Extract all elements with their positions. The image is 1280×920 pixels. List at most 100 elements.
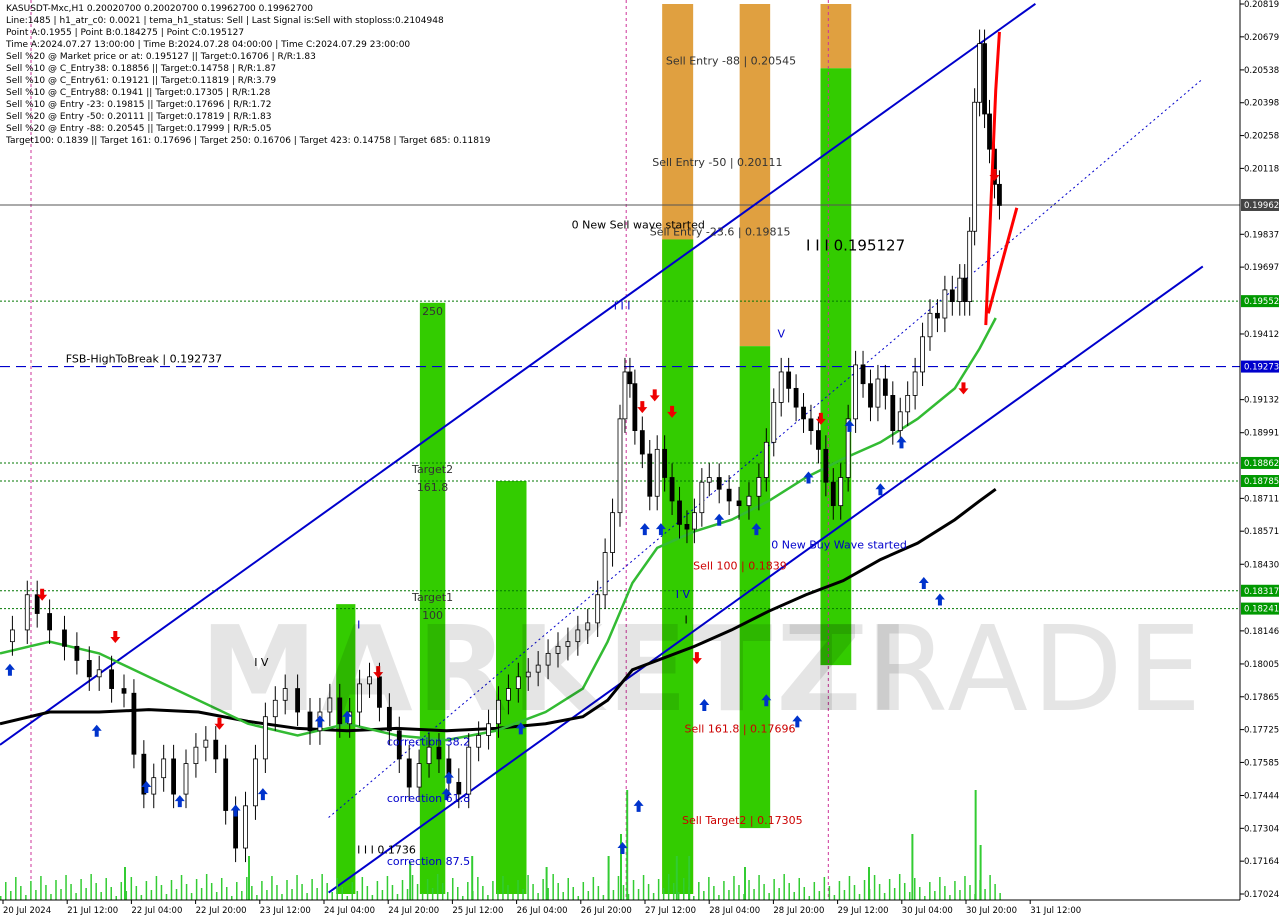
volume-bar [733, 876, 735, 900]
candle-body [213, 739, 219, 760]
time-tick-label: 31 Jul 12:00 [1030, 906, 1081, 916]
price-tag-label: 0.19273 [1244, 363, 1279, 373]
volume-bar [40, 876, 42, 900]
volume-bar [929, 882, 931, 900]
volume-bar [723, 881, 725, 900]
candle-body [771, 402, 777, 443]
volume-bar [979, 880, 981, 900]
volume-bar [999, 893, 1001, 900]
price-tick-label: 0.17304 [1244, 824, 1279, 834]
volume-bar [974, 790, 977, 900]
volume-bar [331, 892, 333, 900]
volume-bar [738, 885, 740, 900]
price-tick-label: 0.20118 [1244, 164, 1279, 174]
volume-bar [75, 893, 77, 900]
volume-bar [472, 891, 474, 900]
header-line: Sell %10 @ C_Entry38: 0.18856 || Target:… [6, 64, 277, 74]
price-tick-label: 0.18005 [1244, 660, 1279, 670]
candle-body [942, 289, 948, 319]
price-tick-label: 0.20538 [1244, 66, 1279, 76]
volume-bar [808, 896, 811, 900]
volume-bar [898, 874, 901, 900]
volume-bar [577, 896, 580, 900]
volume-bar [813, 882, 816, 900]
volume-bar [210, 883, 213, 900]
price-tag-label: 0.18317 [1244, 587, 1279, 597]
volume-bar [853, 885, 856, 900]
candle-body [786, 371, 792, 389]
signal-info-panel: KASUSDT-Mxc,H1 0.20020700 0.20020700 0.1… [6, 3, 490, 147]
volume-bar [125, 891, 128, 900]
candle-body [684, 523, 690, 530]
chart-annotation: FSB-HighToBreak | 0.192737 [66, 353, 222, 366]
time-tick-label: 25 Jul 12:00 [452, 906, 503, 916]
volume-bar [105, 878, 107, 900]
volume-bar [467, 882, 469, 900]
volume-bar [984, 889, 986, 900]
candle-body [121, 688, 127, 694]
time-tick-label: 22 Jul 20:00 [196, 906, 247, 916]
volume-bar [85, 888, 87, 900]
volume-bar [80, 879, 82, 900]
volume-bar [296, 875, 298, 900]
volume-bar [281, 894, 283, 900]
candle-body [627, 371, 633, 385]
volume-bar [838, 881, 841, 900]
candle-body [436, 746, 442, 760]
volume-bar [351, 882, 354, 900]
candle-body [416, 763, 422, 788]
price-tick-label: 0.17024 [1244, 890, 1279, 900]
volume-bar [266, 890, 268, 900]
time-tick-label: 26 Jul 04:00 [517, 906, 568, 916]
header-line: Sell %10 @ C_Entry88: 0.1941 || Target:0… [6, 88, 271, 98]
volume-bar [286, 880, 288, 900]
volume-bar [617, 876, 620, 900]
time-tick-label: 28 Jul 04:00 [709, 906, 760, 916]
price-tick-label: 0.18711 [1244, 494, 1279, 504]
volume-bar [642, 875, 645, 900]
candle-body [193, 746, 199, 765]
volume-bar [441, 883, 444, 900]
header-line: Time A:2024.07.27 13:00:00 | Time B:2024… [6, 40, 411, 50]
volume-bar [391, 885, 394, 900]
volume-bar [482, 886, 484, 900]
volume-bar [974, 894, 976, 900]
bar-label: 161.8 [417, 481, 449, 494]
header-line: Sell %10 @ C_Entry61: 0.19121 || Target:… [6, 76, 277, 86]
volume-bar [236, 882, 238, 900]
volume-bar [30, 881, 32, 900]
header-line: Sell %20 @ Entry -50: 0.20111 || Target:… [6, 112, 272, 122]
candle-body [62, 629, 67, 647]
volume-bar [55, 880, 57, 900]
candle-body [972, 101, 978, 232]
price-tick-label: 0.19697 [1244, 263, 1279, 273]
volume-bar [291, 889, 293, 900]
volume-bar [703, 891, 705, 900]
volume-bar [271, 876, 273, 900]
volume-bar [261, 881, 263, 900]
price-tag-label: 0.19552 [1244, 297, 1279, 307]
volume-bar [120, 882, 123, 900]
volume-bar [667, 874, 670, 900]
candle-body [639, 430, 645, 455]
time-tick-label: 21 Jul 12:00 [67, 906, 118, 916]
volume-bar [949, 895, 951, 900]
volume-bar [381, 890, 384, 900]
candle-body [816, 430, 821, 450]
volume-bar [888, 879, 891, 900]
candle-body [24, 594, 30, 631]
candle-body [801, 406, 806, 420]
volume-bar [0, 896, 2, 900]
volume-bar [557, 883, 559, 900]
volume-bar [421, 893, 424, 900]
volume-bar [893, 888, 896, 900]
candle-body [426, 746, 432, 765]
header-line: Sell %20 @ Entry -88: 0.20545 || Target:… [6, 124, 272, 134]
time-tick-label: 28 Jul 20:00 [773, 906, 824, 916]
volume-bar [130, 877, 133, 900]
candle-body [617, 418, 623, 514]
volume-bar [110, 887, 112, 900]
bar-label: 250 [422, 305, 443, 318]
volume-bar [647, 884, 650, 900]
volume-bar [190, 893, 193, 900]
